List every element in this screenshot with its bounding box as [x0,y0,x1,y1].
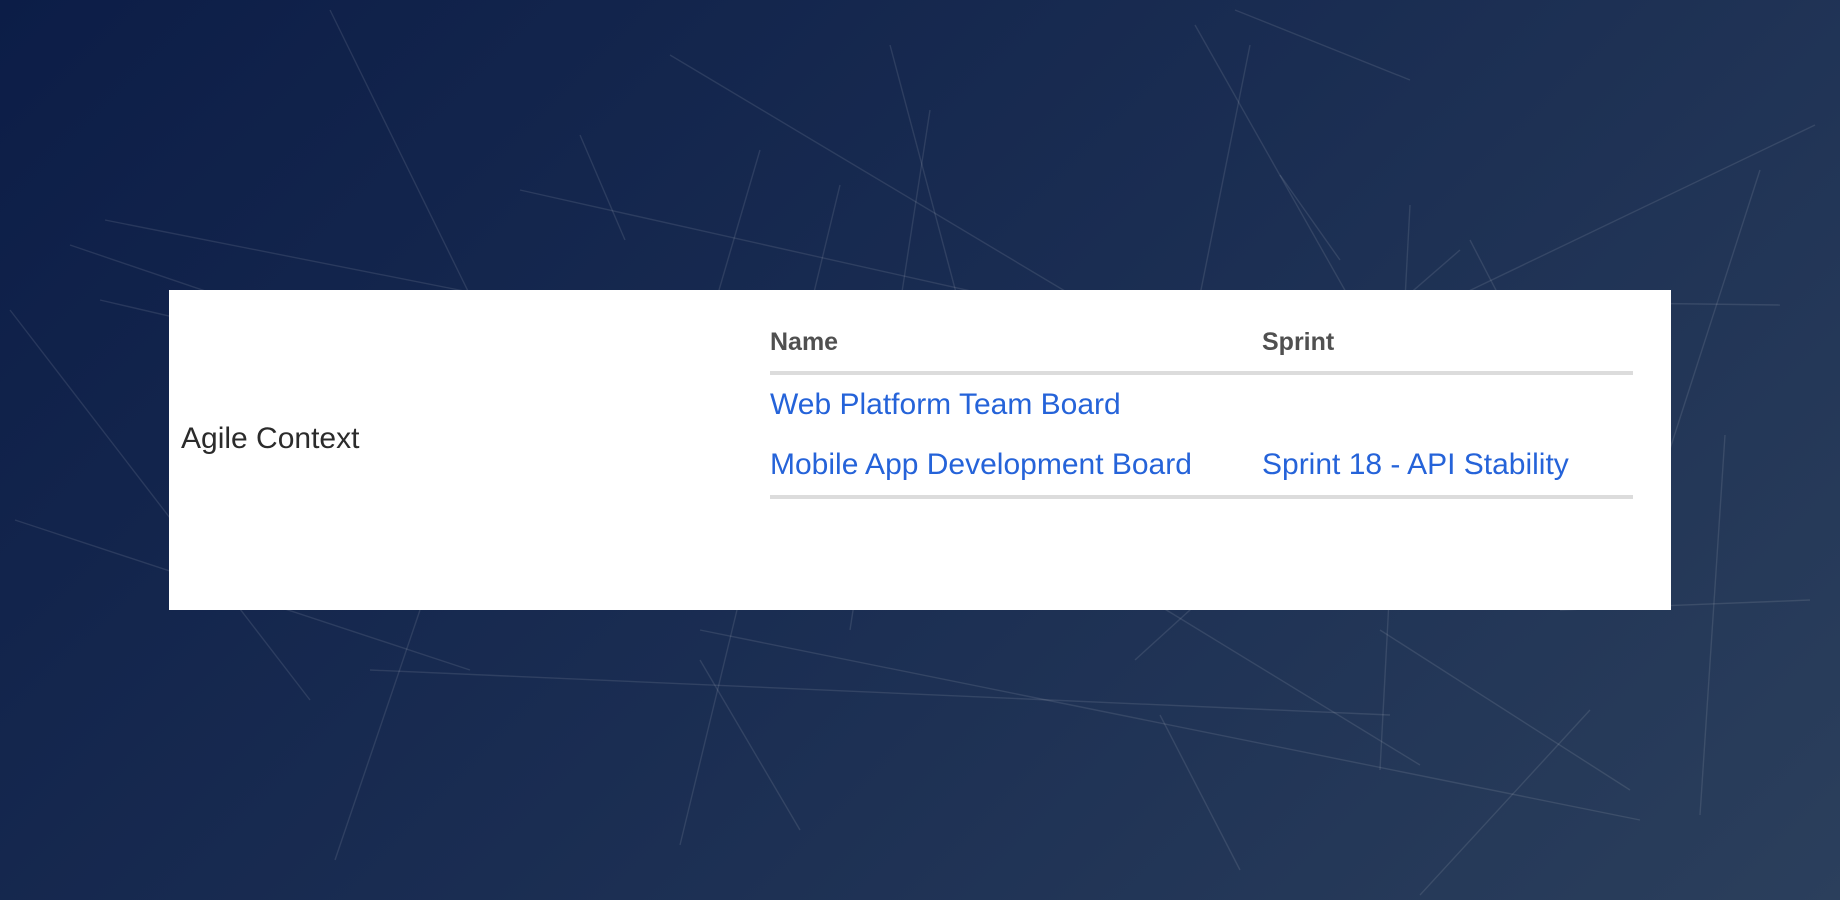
sprint-link[interactable]: Sprint 18 - API Stability [1262,448,1569,481]
board-name-cell: Web Platform Team Board [770,373,1262,435]
sprint-cell: Sprint 18 - API Stability [1262,435,1633,499]
sprint-cell [1262,373,1633,435]
boards-table: Name Sprint Web Platform Team Board Mobi… [770,328,1633,499]
table-row: Mobile App Development Board Sprint 18 -… [770,435,1633,499]
board-link[interactable]: Mobile App Development Board [770,448,1192,481]
board-link[interactable]: Web Platform Team Board [770,388,1121,421]
table-header-row: Name Sprint [770,328,1633,375]
column-header-sprint: Sprint [1262,328,1633,375]
column-header-name: Name [770,328,1262,375]
agile-context-label: Agile Context [181,422,360,455]
table-row: Web Platform Team Board [770,373,1633,435]
board-name-cell: Mobile App Development Board [770,435,1262,499]
agile-context-panel: Agile Context Name Sprint Web Platform T… [169,290,1671,610]
